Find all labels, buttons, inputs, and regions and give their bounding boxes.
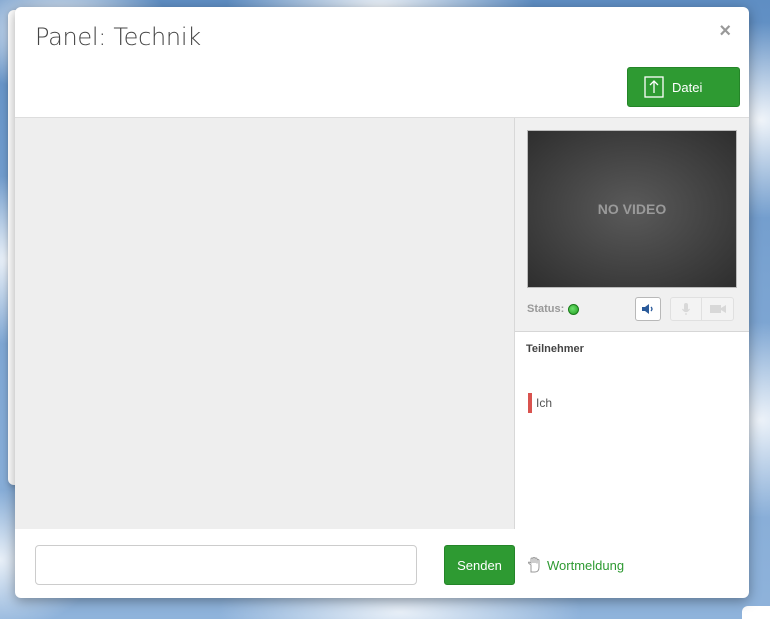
speaker-icon — [642, 304, 653, 314]
status-indicator — [568, 304, 579, 315]
participants-title: Teilnehmer — [526, 343, 584, 355]
participant-name: Ich — [536, 396, 553, 410]
background-panel-corner — [742, 606, 770, 619]
participant-item: Ich — [528, 393, 552, 413]
panel-modal: Panel: Technik × Datei NO VIDEO Status: — [15, 7, 749, 598]
whiteboard-area[interactable] — [15, 118, 515, 529]
camera-button[interactable] — [702, 297, 734, 321]
modal-title: Panel: Technik — [35, 23, 201, 51]
video-section: NO VIDEO Status: — [515, 118, 749, 332]
file-upload-button[interactable]: Datei — [627, 67, 740, 107]
message-input[interactable] — [35, 545, 417, 585]
side-panel: NO VIDEO Status: Teilnehmer Ich — [515, 118, 749, 529]
camera-icon — [709, 305, 726, 313]
participant-color-bar — [528, 393, 532, 413]
file-upload-label: Datei — [672, 79, 703, 95]
microphone-button[interactable] — [670, 297, 702, 321]
chat-footer: Senden Wortmeldung — [15, 529, 749, 598]
raise-hand-label: Wortmeldung — [547, 557, 625, 573]
raise-hand-link[interactable]: Wortmeldung — [527, 555, 624, 575]
video-display: NO VIDEO — [527, 130, 737, 288]
close-button[interactable]: × — [719, 21, 731, 41]
panel-body: NO VIDEO Status: Teilnehmer Ich — [15, 117, 749, 529]
upload-icon — [644, 76, 664, 98]
microphone-icon — [682, 303, 690, 315]
hand-icon — [528, 557, 540, 573]
status-label: Status: — [527, 303, 565, 315]
send-button[interactable]: Senden — [444, 545, 515, 585]
no-video-text: NO VIDEO — [597, 201, 667, 217]
speaker-button[interactable] — [635, 297, 661, 321]
